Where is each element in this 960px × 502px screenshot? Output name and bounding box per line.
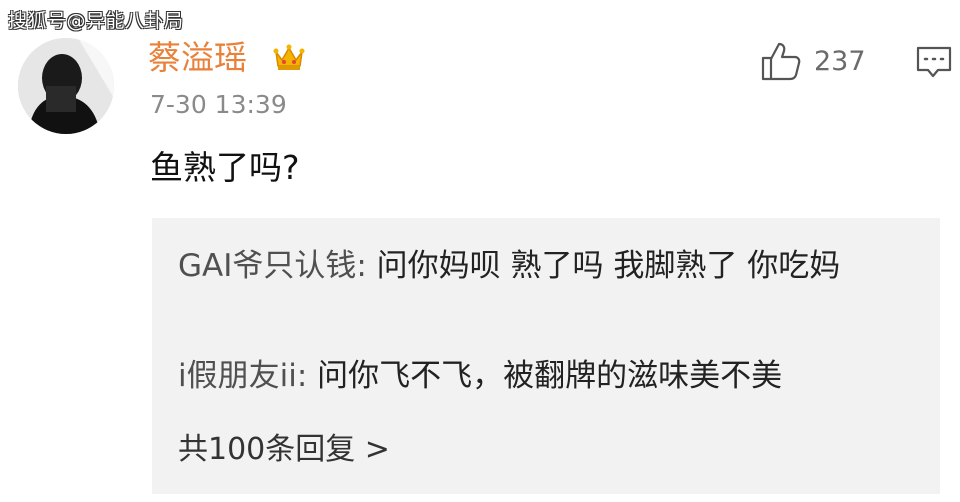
like-button[interactable]: 237: [760, 40, 866, 82]
avatar-image: [18, 38, 114, 134]
username[interactable]: 蔡溢瑶: [148, 38, 247, 78]
watermark: 搜狐号@异能八卦局: [8, 10, 184, 32]
crown-icon: [272, 40, 306, 74]
comment-icon: [916, 46, 952, 78]
reply-item[interactable]: i假朋友ii: 问你飞不飞，被翻牌的滋味美不美: [178, 352, 928, 400]
reply-text: 问你飞不飞，被翻牌的滋味美不美: [317, 358, 783, 394]
post-content: 鱼熟了吗?: [150, 148, 300, 187]
avatar[interactable]: [18, 38, 114, 134]
thumbs-up-icon: [761, 42, 801, 81]
like-count: 237: [814, 45, 866, 77]
timestamp: 7-30 13:39: [150, 90, 287, 119]
reply-author[interactable]: i假朋友ii:: [178, 358, 317, 394]
reply-item[interactable]: GAI爷只认钱: 问你妈呗 熟了吗 我脚熟了 你吃妈: [178, 242, 928, 290]
more-replies-link[interactable]: 共100条回复 >: [178, 424, 390, 468]
reply-box: GAI爷只认钱: 问你妈呗 熟了吗 我脚熟了 你吃妈 i假朋友ii: 问你飞不飞…: [152, 218, 940, 494]
reply-author[interactable]: GAI爷只认钱:: [178, 248, 377, 284]
comment-button[interactable]: [914, 42, 954, 82]
reply-text: 问你妈呗 熟了吗 我脚熟了 你吃妈: [376, 248, 841, 284]
